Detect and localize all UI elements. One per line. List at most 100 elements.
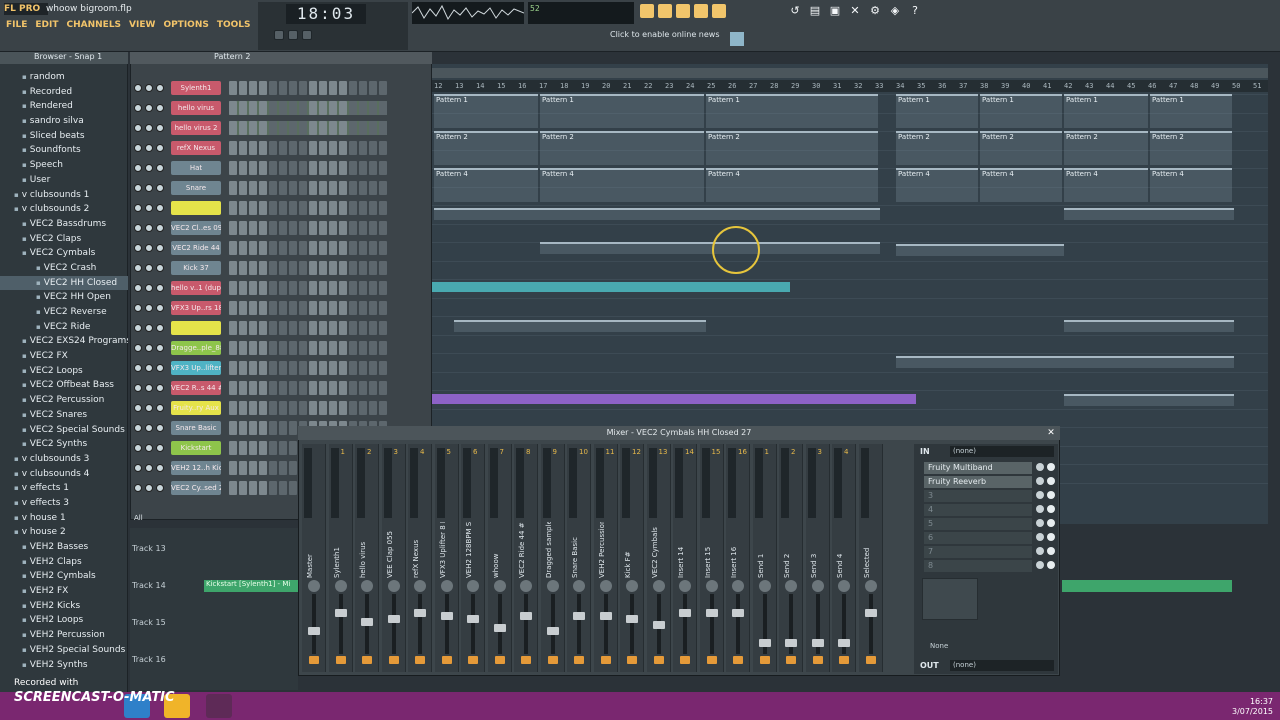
- undo-icon[interactable]: ↺: [788, 4, 802, 18]
- pan-knob[interactable]: [626, 580, 638, 592]
- step-button[interactable]: [319, 81, 327, 95]
- channel-filter[interactable]: All: [134, 514, 143, 522]
- step-button[interactable]: [269, 301, 277, 315]
- step-button[interactable]: [309, 261, 317, 275]
- pattern-clip[interactable]: Pattern 2: [540, 131, 704, 165]
- step-button[interactable]: [369, 341, 377, 355]
- mixer-strip[interactable]: 16 Insert 16: [726, 444, 750, 672]
- step-button[interactable]: [279, 141, 287, 155]
- mixer-strip[interactable]: 9 Dragged sample_88: [540, 444, 565, 672]
- step-button[interactable]: [259, 101, 267, 115]
- menu-item-file[interactable]: FILE: [6, 20, 27, 30]
- step-button[interactable]: [259, 301, 267, 315]
- step-button[interactable]: [259, 281, 267, 295]
- automation-clip[interactable]: [1064, 356, 1234, 368]
- step-button[interactable]: [279, 121, 287, 135]
- step-button[interactable]: [339, 161, 347, 175]
- fx-slot[interactable]: 7: [924, 546, 1032, 558]
- step-button[interactable]: [289, 261, 297, 275]
- step-button[interactable]: [379, 261, 387, 275]
- browser-item[interactable]: VEC2 Ride: [0, 320, 128, 335]
- step-button[interactable]: [299, 141, 307, 155]
- channel-led[interactable]: [156, 104, 164, 112]
- browser-item[interactable]: VEH2 Cymbals: [0, 569, 128, 584]
- automation-clip[interactable]: [1064, 394, 1234, 406]
- step-button[interactable]: [339, 341, 347, 355]
- fx-slot-toggle-icon[interactable]: [1036, 463, 1044, 471]
- step-button[interactable]: [289, 441, 297, 455]
- step-button[interactable]: [309, 241, 317, 255]
- step-button[interactable]: [259, 241, 267, 255]
- step-button[interactable]: [309, 361, 317, 375]
- mixer-strip[interactable]: Master: [302, 444, 326, 672]
- step-button[interactable]: [339, 241, 347, 255]
- step-button[interactable]: [299, 361, 307, 375]
- channel-name-button[interactable]: VEC2 Cy..sed 27: [171, 481, 221, 495]
- fx-slot-toggle-icon[interactable]: [1036, 505, 1044, 513]
- channel-name-button[interactable]: [171, 321, 221, 335]
- step-button[interactable]: [329, 341, 337, 355]
- step-button[interactable]: [269, 101, 277, 115]
- browser-item[interactable]: v clubsounds 2: [0, 202, 128, 217]
- mixer-strip[interactable]: 3 Send 3: [805, 444, 830, 672]
- mixer-strip[interactable]: 1 Sylenth1: [328, 444, 353, 672]
- browser-item[interactable]: VEC2 Crash: [0, 261, 128, 276]
- step-button[interactable]: [329, 241, 337, 255]
- step-button[interactable]: [229, 301, 237, 315]
- step-button[interactable]: [279, 361, 287, 375]
- route-indicator[interactable]: [494, 656, 505, 664]
- browser-item[interactable]: v house 1: [0, 511, 128, 526]
- step-button[interactable]: [299, 121, 307, 135]
- route-indicator[interactable]: [733, 656, 743, 664]
- step-button[interactable]: [259, 161, 267, 175]
- step-button[interactable]: [349, 101, 357, 115]
- step-button[interactable]: [279, 161, 287, 175]
- step-button[interactable]: [329, 181, 337, 195]
- route-indicator[interactable]: [839, 656, 849, 664]
- mixer-strip[interactable]: 6 VEH2 128BPM Swedis: [461, 444, 485, 672]
- step-button[interactable]: [259, 201, 267, 215]
- volume-fader-knob[interactable]: [440, 612, 453, 620]
- volume-fader-knob[interactable]: [493, 624, 506, 632]
- step-button[interactable]: [319, 301, 327, 315]
- step-button[interactable]: [279, 201, 287, 215]
- step-button[interactable]: [229, 441, 237, 455]
- channel-led[interactable]: [134, 104, 142, 112]
- browser-item[interactable]: sandro silva: [0, 114, 128, 129]
- step-button[interactable]: [289, 101, 297, 115]
- step-button[interactable]: [379, 361, 387, 375]
- step-button[interactable]: [349, 161, 357, 175]
- step-button[interactable]: [269, 401, 277, 415]
- fx-slot[interactable]: Fruity Multiband Compressor: [924, 462, 1032, 484]
- step-button[interactable]: [229, 201, 237, 215]
- channel-led[interactable]: [145, 424, 153, 432]
- fx-slot[interactable]: 3: [924, 490, 1032, 502]
- step-button[interactable]: [249, 401, 257, 415]
- mixer-strip[interactable]: 13 VEC2 Cymbals: [646, 444, 671, 672]
- step-button[interactable]: [249, 301, 257, 315]
- volume-fader-track[interactable]: [868, 594, 873, 654]
- fx-slot-mix-icon[interactable]: [1047, 463, 1055, 471]
- step-button[interactable]: [319, 161, 327, 175]
- channel-led[interactable]: [134, 124, 142, 132]
- step-button[interactable]: [279, 441, 287, 455]
- step-button[interactable]: [319, 261, 327, 275]
- step-button[interactable]: [269, 121, 277, 135]
- step-button[interactable]: [299, 181, 307, 195]
- step-button[interactable]: [249, 261, 257, 275]
- step-button[interactable]: [359, 101, 367, 115]
- route-indicator[interactable]: [362, 656, 372, 664]
- step-button[interactable]: [349, 81, 357, 95]
- channel-name-button[interactable]: Fruity..ry Aux: [171, 401, 221, 415]
- step-button[interactable]: [319, 221, 327, 235]
- system-clock[interactable]: 16:37 3/07/2015: [1232, 697, 1273, 717]
- pattern-clip[interactable]: Pattern 1: [540, 94, 704, 128]
- step-button[interactable]: [239, 401, 247, 415]
- step-button[interactable]: [269, 421, 277, 435]
- pan-knob[interactable]: [387, 580, 400, 592]
- channel-led[interactable]: [156, 404, 164, 412]
- channel-name-button[interactable]: VEC2 R..s 44 #2: [171, 381, 221, 395]
- step-button[interactable]: [319, 241, 327, 255]
- step-button[interactable]: [329, 121, 337, 135]
- step-button[interactable]: [359, 201, 367, 215]
